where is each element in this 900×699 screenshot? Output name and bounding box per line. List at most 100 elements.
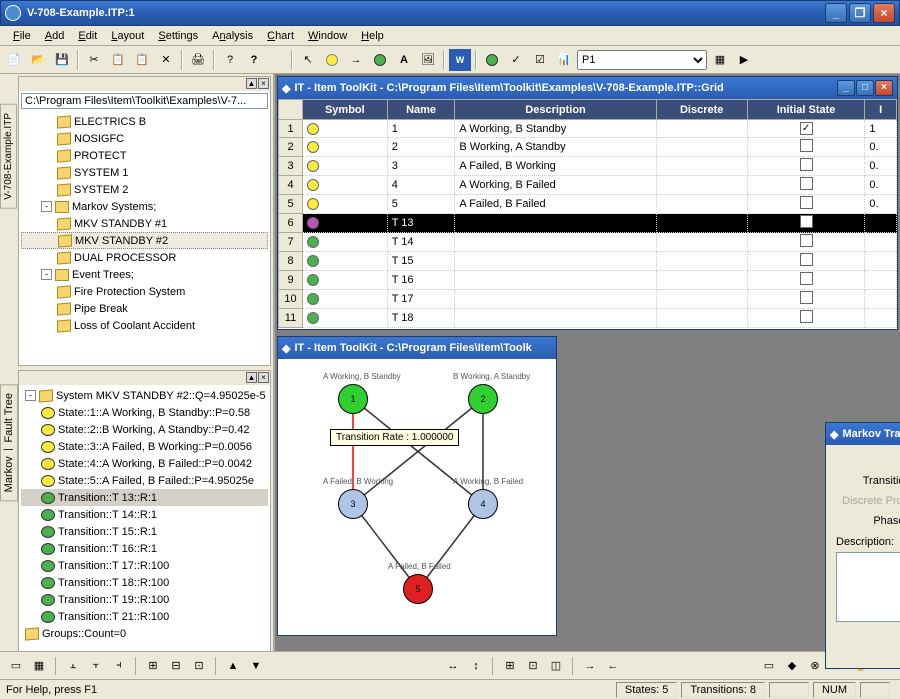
tb-icon[interactable]: →	[580, 656, 600, 676]
tree-item[interactable]: State::4::A Working, B Failed::P=0.0042	[21, 455, 268, 472]
copy-icon[interactable]: 📋	[107, 49, 129, 71]
minimize-button[interactable]: _	[825, 3, 847, 23]
tb-icon[interactable]: ↕	[466, 656, 486, 676]
tree-item[interactable]: Transition::T 16::R:1	[21, 540, 268, 557]
check-icon[interactable]: ✓	[505, 49, 527, 71]
init-checkbox[interactable]	[800, 234, 813, 247]
props-icon[interactable]: ▦	[709, 49, 731, 71]
tree-item[interactable]: Transition::T 15::R:1	[21, 523, 268, 540]
state-node[interactable]: 2	[468, 384, 498, 414]
tb-icon[interactable]: ⊗	[805, 656, 825, 676]
tree-item[interactable]: SYSTEM 2	[21, 181, 268, 198]
project-tree[interactable]: ELECTRICS BNOSIGFCPROTECTSYSTEM 1SYSTEM …	[19, 111, 270, 365]
tree-item[interactable]: Transition::T 14::R:1	[21, 506, 268, 523]
init-checkbox[interactable]	[800, 253, 813, 266]
close-button[interactable]: ×	[873, 3, 895, 23]
help-icon[interactable]: ?	[243, 49, 265, 71]
cut-icon[interactable]: ✂	[83, 49, 105, 71]
panel-close-icon[interactable]: ×	[258, 372, 269, 383]
menu-layout[interactable]: Layout	[104, 28, 151, 44]
tree-item[interactable]: Transition::T 13::R:1	[21, 489, 268, 506]
panel-pin-icon[interactable]: ▲	[246, 78, 257, 89]
table-row[interactable]: 44A Working, B Failed0.	[279, 176, 897, 195]
green-circle-icon[interactable]	[369, 49, 391, 71]
table-row[interactable]: 22B Working, A Standby0.	[279, 138, 897, 157]
data-grid[interactable]: SymbolNameDescriptionDiscreteInitial Sta…	[278, 99, 897, 328]
phase-icon[interactable]: 📊	[553, 49, 575, 71]
tb-icon[interactable]: ⫟	[86, 656, 106, 676]
tb-icon[interactable]: ◆	[782, 656, 802, 676]
menu-settings[interactable]: Settings	[151, 28, 205, 44]
tb-icon[interactable]: ⊟	[166, 656, 186, 676]
tree-item[interactable]: Groups::Count=0	[21, 625, 268, 642]
tree-item[interactable]: State::2::B Working, A Standby::P=0.42	[21, 421, 268, 438]
print-icon[interactable]: 🖨	[187, 49, 209, 71]
tb-icon[interactable]: ⊡	[189, 656, 209, 676]
grid-window-title[interactable]: ◆IT - Item ToolKit - C:\Program Files\It…	[278, 77, 897, 99]
tb-icon[interactable]: ⊞	[143, 656, 163, 676]
panel-pin-icon[interactable]: ▲	[246, 372, 257, 383]
paste-icon[interactable]: 📋	[131, 49, 153, 71]
table-row[interactable]: 8T 15	[279, 252, 897, 271]
tree-item[interactable]: NOSIGFC	[21, 130, 268, 147]
tb-icon[interactable]: ↔	[443, 656, 463, 676]
state-node[interactable]: 5	[403, 574, 433, 604]
tree-item[interactable]: PROTECT	[21, 147, 268, 164]
arrow-icon[interactable]: →	[345, 49, 367, 71]
init-checkbox[interactable]	[800, 310, 813, 323]
check2-icon[interactable]: ☑	[529, 49, 551, 71]
vert-tab-markov[interactable]: Markov | Fault Tree	[0, 384, 18, 501]
restore-button[interactable]: ❐	[849, 3, 871, 23]
table-row[interactable]: 55A Failed, B Failed0.	[279, 195, 897, 214]
tb-icon[interactable]: ⫠	[63, 656, 83, 676]
open-icon[interactable]: 📂	[27, 49, 49, 71]
run-icon[interactable]	[481, 49, 503, 71]
tree-item[interactable]: State::3::A Failed, B Working::P=0.0056	[21, 438, 268, 455]
tree-item[interactable]: State::1::A Working, B Standby::P=0.58	[21, 404, 268, 421]
tb-icon[interactable]: ◫	[546, 656, 566, 676]
play-icon[interactable]: ▶	[733, 49, 755, 71]
tb-icon[interactable]: ▭	[6, 656, 26, 676]
tree-item[interactable]: SYSTEM 1	[21, 164, 268, 181]
init-checkbox[interactable]	[800, 272, 813, 285]
state-node[interactable]: 4	[468, 489, 498, 519]
mdi-close-icon[interactable]: ×	[875, 80, 893, 96]
tree-item[interactable]: DUAL PROCESSOR	[21, 249, 268, 266]
tb-icon[interactable]: ▦	[29, 656, 49, 676]
mdi-min-icon[interactable]: _	[837, 80, 855, 96]
menu-help[interactable]: Help	[354, 28, 391, 44]
save-icon[interactable]: 💾	[51, 49, 73, 71]
tree-item[interactable]: Pipe Break	[21, 300, 268, 317]
new-icon[interactable]: 📄	[3, 49, 25, 71]
state-node[interactable]: 1	[338, 384, 368, 414]
tree-item[interactable]: -System MKV STANDBY #2::Q=4.95025e-5	[21, 387, 268, 404]
tree-item[interactable]: Transition::T 19::R:100	[21, 591, 268, 608]
markov-diagram[interactable]: Transition Rate : 1.000000 1A Working, B…	[278, 359, 556, 635]
init-checkbox[interactable]	[800, 291, 813, 304]
menu-analysis[interactable]: Analysis	[205, 28, 260, 44]
phase-combo[interactable]: P1	[577, 50, 707, 70]
diagram-window-title[interactable]: ◆IT - Item ToolKit - C:\Program Files\It…	[278, 337, 556, 359]
vert-tab-top[interactable]: V-708-Example.ITP	[0, 104, 17, 209]
expander-icon[interactable]: -	[41, 201, 52, 212]
tree-item[interactable]: State::5::A Failed, B Failed::P=4.95025e	[21, 472, 268, 489]
tree-item[interactable]: Loss of Coolant Accident	[21, 317, 268, 334]
menu-file[interactable]: File	[6, 28, 38, 44]
init-checkbox[interactable]	[800, 215, 813, 228]
tb-icon[interactable]: ▲	[223, 656, 243, 676]
table-row[interactable]: 6T 13	[279, 214, 897, 233]
expander-icon[interactable]: -	[25, 390, 36, 401]
tb-icon[interactable]: ▼	[246, 656, 266, 676]
tb-icon[interactable]: ▭	[759, 656, 779, 676]
expander-icon[interactable]: -	[41, 269, 52, 280]
image-icon[interactable]: 🖼	[417, 49, 439, 71]
menu-window[interactable]: Window	[301, 28, 354, 44]
tree-item[interactable]: Transition::T 18::R:100	[21, 574, 268, 591]
tree-item[interactable]: Transition::T 17::R:100	[21, 557, 268, 574]
table-row[interactable]: 7T 14	[279, 233, 897, 252]
tree-item[interactable]: MKV STANDBY #2	[21, 232, 268, 249]
about-icon[interactable]: ?	[219, 49, 241, 71]
panel-close-icon[interactable]: ×	[258, 78, 269, 89]
init-checkbox[interactable]	[800, 158, 813, 171]
tree-item[interactable]: ELECTRICS B	[21, 113, 268, 130]
